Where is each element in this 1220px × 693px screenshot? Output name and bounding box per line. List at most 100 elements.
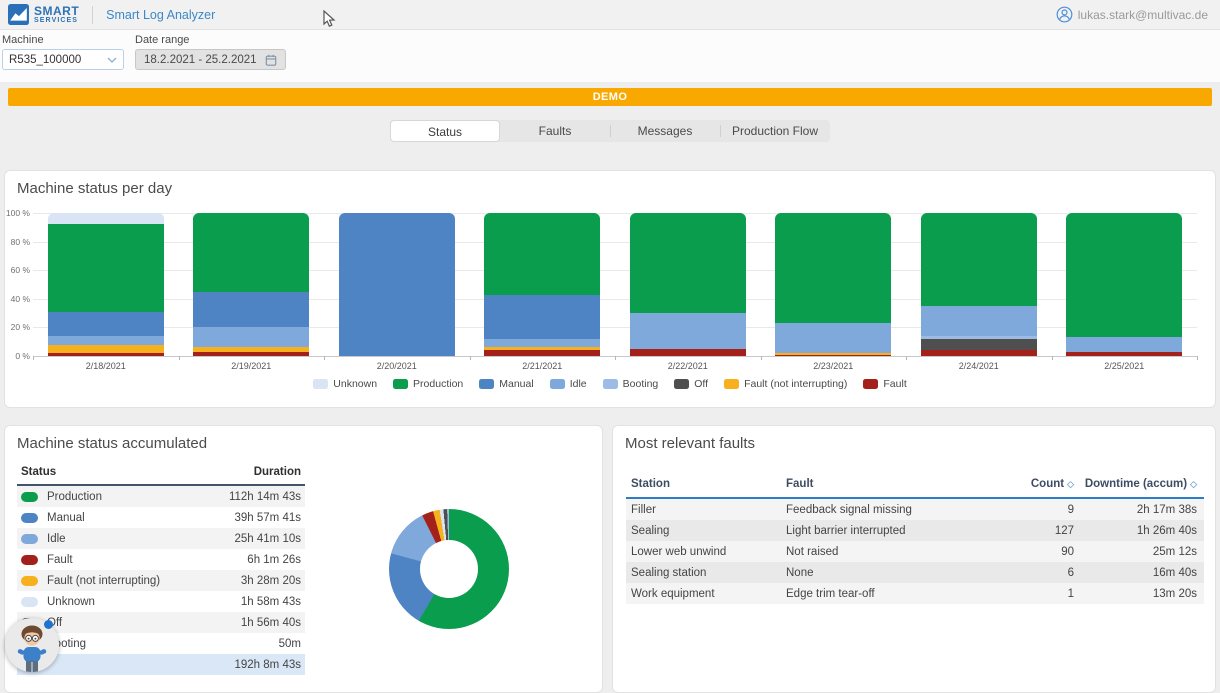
status-duration: 50m — [279, 638, 301, 650]
bar-segment-fault — [193, 352, 309, 356]
status-cell: Unknown — [21, 596, 95, 608]
legend-item-booting[interactable]: Booting — [603, 378, 659, 390]
bar-segment-idle — [775, 323, 891, 353]
bar-segment-fault — [484, 350, 600, 356]
app-title: Smart Log Analyzer — [106, 8, 215, 22]
axis-tick — [615, 356, 616, 360]
tab-status[interactable]: Status — [390, 120, 500, 142]
col-station: Station — [626, 478, 786, 490]
col-downtime-sortable[interactable]: Downtime (accum)◇ — [1074, 478, 1204, 490]
legend-color-chip — [393, 379, 408, 389]
date-range-input[interactable]: 18.2.2021 - 25.2.2021 — [135, 49, 286, 70]
fault-description: Not raised — [786, 546, 1019, 558]
status-duration: 6h 1m 26s — [247, 554, 301, 566]
bar-segment-off — [921, 339, 1037, 350]
col-status: Status — [21, 466, 56, 478]
legend-item-fault[interactable]: Fault — [863, 378, 906, 390]
bar-segment-idle — [921, 306, 1037, 336]
total-row: Total192h 8m 43s — [17, 654, 305, 675]
legend-color-chip — [550, 379, 565, 389]
status-row-off: Off1h 56m 40s — [17, 612, 305, 633]
legend-item-off[interactable]: Off — [674, 378, 708, 390]
legend-color-chip — [603, 379, 618, 389]
bar-segment-fault — [921, 350, 1037, 356]
bar-segment-fault-not-interrupting- — [193, 347, 309, 351]
status-color-chip — [21, 492, 38, 502]
sort-icon[interactable]: ◇ — [1190, 479, 1197, 489]
bar-segment-booting — [921, 336, 1037, 339]
status-cell: Manual — [21, 512, 85, 524]
bar-segment-fault-not-interrupting- — [484, 347, 600, 350]
status-donut-chart — [389, 509, 509, 629]
bar-segment-idle — [1066, 337, 1182, 351]
accumulated-title: Machine status accumulated — [17, 435, 207, 452]
sort-icon[interactable]: ◇ — [1067, 479, 1074, 489]
col-count-sortable[interactable]: Count◇ — [1019, 478, 1074, 490]
logo-line2: SERVICES — [34, 17, 79, 24]
faults-table-header: Station Fault Count◇ Downtime (accum)◇ — [626, 474, 1204, 499]
status-name: Production — [47, 491, 102, 503]
total-duration: 192h 8m 43s — [235, 659, 302, 671]
chevron-down-icon — [107, 57, 117, 63]
tab-production-flow[interactable]: Production Flow — [720, 120, 830, 142]
fault-count: 9 — [1019, 504, 1074, 516]
tabs-row: StatusFaultsMessagesProduction Flow — [0, 120, 1220, 142]
y-axis-label: 60 % — [5, 265, 30, 275]
y-axis-label: 40 % — [5, 294, 30, 304]
legend-label: Unknown — [333, 378, 377, 390]
x-axis-label: 2/23/2021 — [760, 361, 906, 371]
legend-label: Booting — [623, 378, 659, 390]
status-row-production: Production112h 14m 43s — [17, 486, 305, 507]
bar-segment-idle — [48, 336, 164, 345]
calendar-icon — [265, 54, 277, 66]
user-email: lukas.stark@multivac.de — [1078, 8, 1208, 22]
bar-segment-fault — [48, 353, 164, 356]
logo-line1: SMART — [34, 5, 79, 17]
status-cell: Fault — [21, 554, 73, 566]
status-color-chip — [21, 555, 38, 565]
status-color-chip — [21, 534, 38, 544]
date-range-value: 18.2.2021 - 25.2.2021 — [144, 54, 257, 66]
legend-label: Fault (not interrupting) — [744, 378, 847, 390]
x-axis-label: 2/24/2021 — [906, 361, 1052, 371]
view-tabs: StatusFaultsMessagesProduction Flow — [390, 120, 830, 142]
bar-segment-fault-not-interrupting- — [48, 345, 164, 354]
fault-row: Lower web unwindNot raised9025m 12s — [626, 541, 1204, 562]
fault-row: SealingLight barrier interrupted1271h 26… — [626, 520, 1204, 541]
bar-segment-production — [484, 213, 600, 295]
legend-item-manual[interactable]: Manual — [479, 378, 533, 390]
bar-segment-unknown — [48, 213, 164, 224]
legend-color-chip — [724, 379, 739, 389]
bar-segment-idle — [630, 313, 746, 349]
status-name: Unknown — [47, 596, 95, 608]
tab-faults[interactable]: Faults — [500, 120, 610, 142]
legend-label: Idle — [570, 378, 587, 390]
machine-status-per-day-card: Machine status per day 0 %20 %40 %60 %80… — [4, 170, 1216, 408]
legend-item-fault-not-interrupting-[interactable]: Fault (not interrupting) — [724, 378, 847, 390]
fault-description: Edge trim tear-off — [786, 588, 1019, 600]
legend-label: Production — [413, 378, 463, 390]
status-row-unknown: Unknown1h 58m 43s — [17, 591, 305, 612]
bar-segment-production — [48, 224, 164, 311]
status-name: Fault — [47, 554, 73, 566]
user-account[interactable]: lukas.stark@multivac.de — [1056, 6, 1208, 23]
bar-segment-idle — [193, 327, 309, 347]
x-axis-label: 2/18/2021 — [33, 361, 179, 371]
status-duration: 3h 28m 20s — [241, 575, 301, 587]
machine-select[interactable]: R535_100000 — [2, 49, 124, 70]
legend-label: Off — [694, 378, 708, 390]
fault-downtime: 1h 26m 40s — [1074, 525, 1204, 537]
machine-select-value: R535_100000 — [9, 54, 81, 66]
legend-item-unknown[interactable]: Unknown — [313, 378, 377, 390]
status-color-chip — [21, 513, 38, 523]
brand-logo[interactable]: SMART SERVICES — [8, 4, 79, 25]
fault-station: Lower web unwind — [626, 546, 786, 558]
status-row-idle: Idle25h 41m 10s — [17, 528, 305, 549]
smart-services-logo-icon — [8, 4, 29, 25]
tab-messages[interactable]: Messages — [610, 120, 720, 142]
date-range-label: Date range — [135, 34, 286, 46]
legend-item-production[interactable]: Production — [393, 378, 463, 390]
chart-title: Machine status per day — [17, 180, 172, 197]
bar-segment-manual — [484, 295, 600, 339]
legend-item-idle[interactable]: Idle — [550, 378, 587, 390]
